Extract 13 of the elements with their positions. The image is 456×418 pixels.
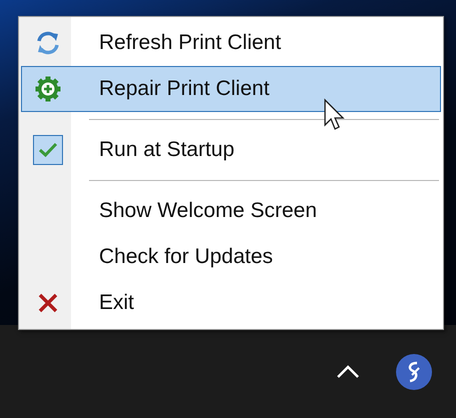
app-tray-icon[interactable] [396,354,432,390]
menu-item[interactable]: Refresh Print Client [21,20,441,66]
refresh-icon [35,30,61,56]
checkmark-icon [38,142,58,158]
menu-item[interactable]: Check for Updates [21,234,441,280]
gear-plus-icon [35,76,61,102]
menu-item[interactable]: Run at Startup [21,127,441,173]
close-icon [37,292,59,314]
menu-item[interactable]: Show Welcome Screen [21,188,441,234]
menu-item[interactable]: Exit [21,280,441,326]
checkbox[interactable] [33,135,63,165]
menu-item[interactable]: Repair Print Client [21,66,441,112]
chevron-up-icon[interactable] [336,364,360,378]
